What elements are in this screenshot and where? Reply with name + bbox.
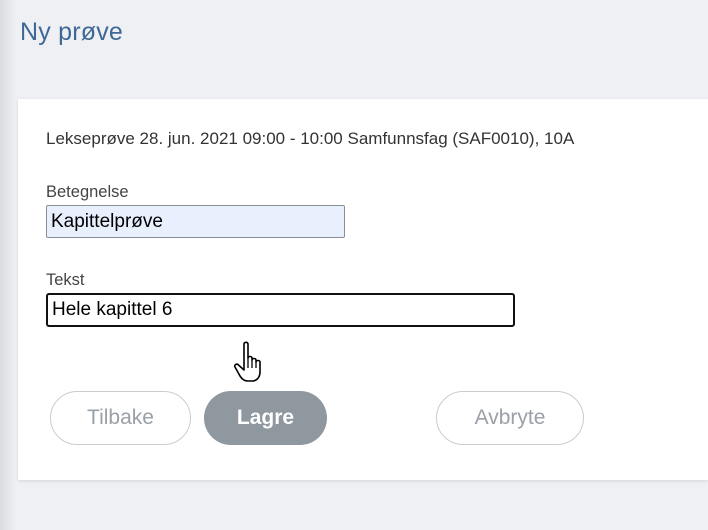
hand-pointer-icon	[233, 341, 261, 382]
cancel-button[interactable]: Avbryte	[436, 391, 584, 445]
save-button[interactable]: Lagre	[204, 391, 327, 445]
betegnelse-input[interactable]	[46, 205, 345, 238]
betegnelse-label: Betegnelse	[46, 183, 129, 201]
test-info-line: Lekseprøve 28. jun. 2021 09:00 - 10:00 S…	[46, 129, 575, 148]
back-button[interactable]: Tilbake	[50, 391, 191, 445]
left-edge-shadow	[0, 0, 16, 530]
tekst-label: Tekst	[46, 271, 85, 289]
page-title: Ny prøve	[20, 18, 124, 46]
form-card: Lekseprøve 28. jun. 2021 09:00 - 10:00 S…	[18, 99, 708, 480]
tekst-input[interactable]	[46, 293, 515, 327]
